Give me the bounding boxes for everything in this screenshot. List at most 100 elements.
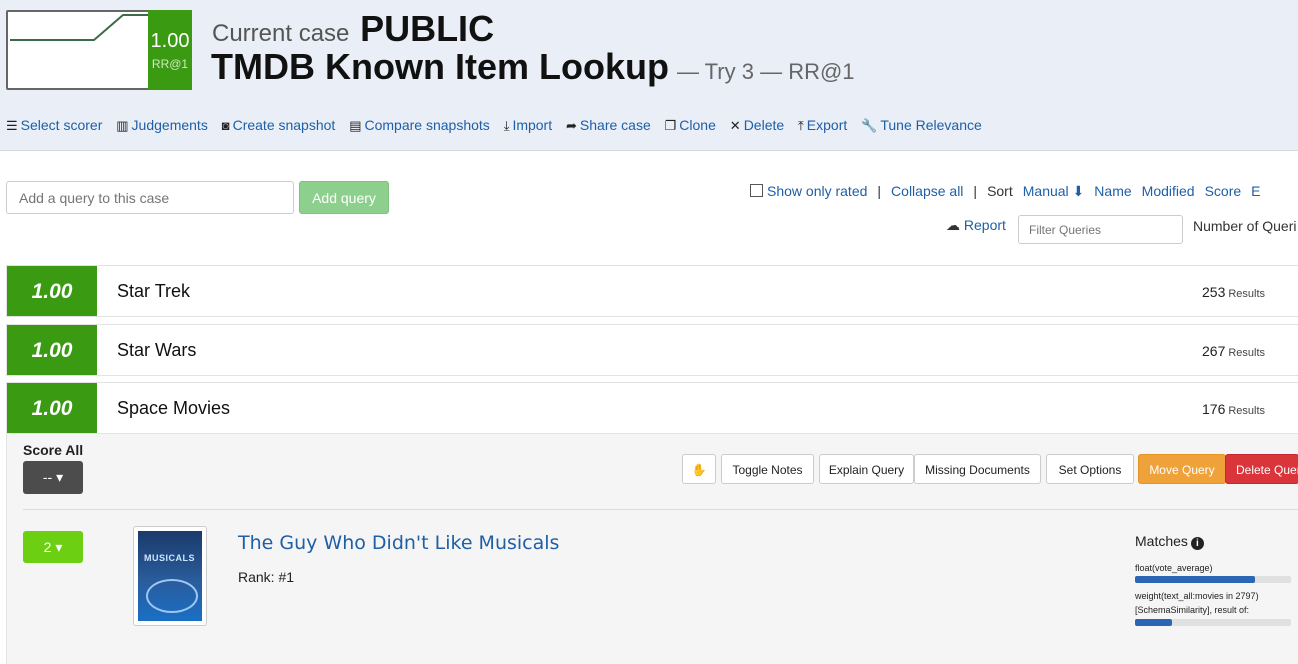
wrench-icon: 🔧	[861, 118, 878, 133]
share-icon: ➦	[566, 118, 577, 133]
toggle-notes-button[interactable]: Toggle Notes	[721, 454, 814, 484]
query-results-count: 253 Results	[1202, 284, 1265, 300]
times-icon: ✕	[729, 118, 741, 133]
case-score-value: 1.00	[150, 30, 190, 52]
divider	[23, 509, 1298, 510]
compare-snapshots-link[interactable]: ▤ Compare snapshots	[349, 117, 490, 134]
case-visibility: PUBLIC	[360, 8, 495, 49]
clipboard-icon: ✋	[691, 463, 707, 477]
book-icon: ▥	[116, 118, 129, 133]
rating-dropdown[interactable]: 2 ▾	[23, 531, 83, 563]
query-row[interactable]: 1.00 Star Wars 267 Results	[6, 324, 1298, 376]
delete-query-button[interactable]: Delete Quer	[1225, 454, 1298, 484]
case-try: — Try 3 — RR@1	[676, 59, 855, 84]
report-link[interactable]: ☁ Report	[946, 217, 1006, 234]
query-score: 1.00	[7, 266, 97, 316]
number-of-queries: Number of Queri	[1193, 218, 1297, 234]
set-options-button[interactable]: Set Options	[1046, 454, 1134, 484]
query-row[interactable]: 1.00 Space Movies 176 Results	[6, 382, 1298, 434]
score-all-dropdown[interactable]: -- ▾	[23, 461, 83, 494]
query-list-controls: Show only rated | Collapse all | Sort Manual …	[750, 183, 1271, 200]
match-line: [SchemaSimilarity], result of:	[1135, 605, 1250, 615]
sort-name[interactable]: Name	[1094, 183, 1131, 199]
filter-queries-input[interactable]	[1018, 215, 1183, 244]
results-number: 176	[1202, 401, 1226, 417]
sort-score[interactable]: Score	[1205, 183, 1242, 199]
query-score: 1.00	[7, 383, 97, 433]
import-link[interactable]: ⤓ Import	[504, 117, 552, 134]
results-label: Results	[1228, 405, 1266, 417]
sort-modified[interactable]: Modified	[1142, 183, 1195, 199]
judgements-link[interactable]: ▥ Judgements	[116, 117, 208, 134]
expanded-query-panel: Score All -- ▾ ✋ Toggle Notes Explain Qu…	[6, 434, 1298, 664]
results-label: Results	[1228, 288, 1266, 300]
collapse-all-link[interactable]: Collapse all	[891, 183, 963, 199]
separator: |	[973, 183, 978, 199]
judgements-label: Judgements	[131, 117, 208, 133]
query-text[interactable]: Star Trek	[117, 281, 190, 302]
query-text[interactable]: Space Movies	[117, 398, 230, 419]
poster-image: MUSICALS	[138, 531, 202, 621]
results-number: 267	[1202, 343, 1226, 359]
compare-snapshots-label: Compare snapshots	[364, 117, 490, 133]
document-rank: Rank: #1	[238, 569, 295, 585]
delete-label: Delete	[743, 117, 785, 133]
delete-link[interactable]: ✕ Delete	[730, 117, 784, 134]
copy-button[interactable]: ✋	[682, 454, 716, 484]
match-line: float(vote_average)	[1135, 563, 1213, 573]
download-icon: ⤓	[503, 118, 510, 133]
movie-poster[interactable]: MUSICALS	[133, 526, 207, 626]
select-scorer-label: Select scorer	[20, 117, 103, 133]
export-link[interactable]: ⤒ Export	[798, 117, 847, 134]
share-case-link[interactable]: ➦ Share case	[566, 117, 651, 134]
create-snapshot-link[interactable]: ◙ Create snapshot	[222, 117, 336, 133]
add-query-input[interactable]	[6, 181, 294, 214]
query-results-count: 176 Results	[1202, 401, 1265, 417]
case-score-metric: RR@1	[151, 57, 189, 71]
show-only-rated-checkbox[interactable]	[750, 184, 763, 197]
upload-icon: ⤒	[798, 118, 804, 133]
camera-icon: ◙	[221, 118, 230, 133]
case-status: Current case PUBLIC	[212, 8, 494, 50]
missing-documents-button[interactable]: Missing Documents	[914, 454, 1041, 484]
case-header: 1.00 RR@1 Current case PUBLIC TMDB Known…	[0, 0, 1298, 151]
move-query-button[interactable]: Move Query	[1138, 454, 1226, 484]
info-icon[interactable]: i	[1190, 537, 1204, 550]
score-all-label: Score All	[23, 442, 84, 458]
share-case-label: Share case	[579, 117, 651, 133]
report-label: Report	[963, 217, 1006, 233]
case-name[interactable]: TMDB Known Item Lookup	[211, 46, 669, 87]
create-snapshot-label: Create snapshot	[232, 117, 336, 133]
case-score-badge: 1.00 RR@1	[148, 10, 192, 90]
select-scorer-link[interactable]: ☰ Select scorer	[6, 117, 102, 134]
separator: |	[877, 183, 882, 199]
show-only-rated-label[interactable]: Show only rated	[767, 183, 867, 199]
match-line: weight(text_all:movies in 2797)	[1135, 591, 1259, 601]
matches-label: Matches	[1135, 533, 1188, 549]
sort-more[interactable]: E	[1251, 183, 1260, 199]
case-toolbar: ☰ Select scorer ▥ Judgements ◙ Create snaps…	[6, 117, 992, 134]
match-bar-fill	[1135, 619, 1173, 626]
sort-manual[interactable]: Manual ⬇	[1023, 183, 1085, 199]
clone-link[interactable]: ❐ Clone	[665, 117, 716, 134]
query-text[interactable]: Star Wars	[117, 340, 196, 361]
tune-relevance-link[interactable]: 🔧 Tune Relevance	[861, 117, 982, 134]
add-query-button[interactable]: Add query	[299, 181, 389, 214]
document-title[interactable]: The Guy Who Didn't Like Musicals	[238, 532, 559, 554]
case-prefix: Current case	[212, 20, 350, 47]
import-label: Import	[512, 117, 553, 133]
explain-query-button[interactable]: Explain Query	[819, 454, 914, 484]
export-label: Export	[806, 117, 848, 133]
poster-ring	[146, 579, 198, 613]
match-bar	[1135, 576, 1291, 583]
clone-icon: ❐	[664, 118, 677, 133]
matches-header: Matches i	[1135, 533, 1204, 550]
clone-label: Clone	[679, 117, 716, 133]
match-bar-fill	[1135, 576, 1256, 583]
query-row[interactable]: 1.00 Star Trek 253 Results	[6, 265, 1298, 317]
chart-icon: ▤	[349, 118, 362, 133]
sort-label: Sort	[987, 183, 1013, 199]
match-bar	[1135, 619, 1291, 626]
results-label: Results	[1228, 347, 1266, 359]
list-icon: ☰	[6, 118, 18, 133]
